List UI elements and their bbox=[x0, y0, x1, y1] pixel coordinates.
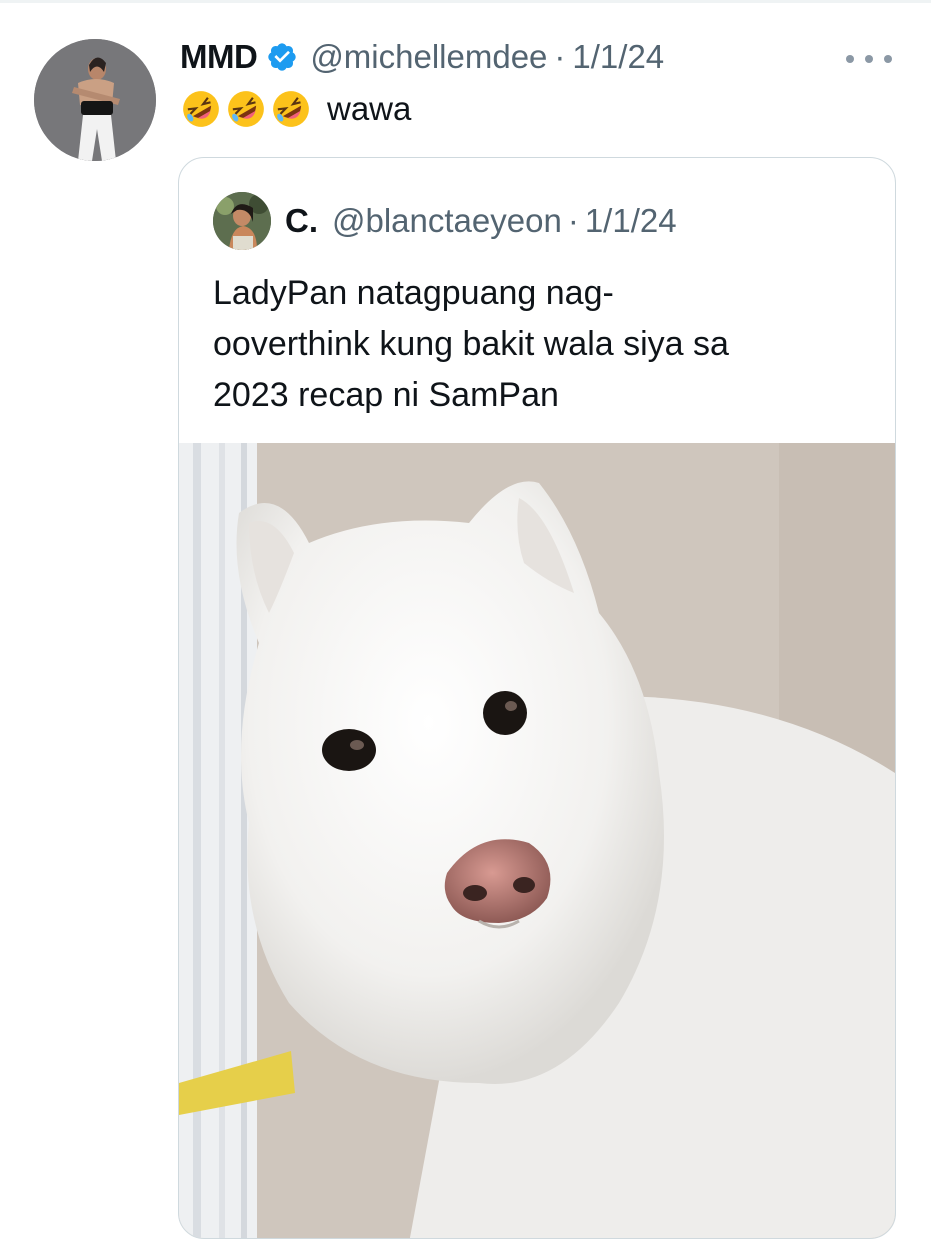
rolling-on-floor-laughing-emoji bbox=[273, 91, 309, 127]
quoted-text-line: LadyPan natagpuang nag- bbox=[213, 274, 614, 312]
rolling-on-floor-laughing-emoji bbox=[228, 91, 264, 127]
quoted-author-avatar[interactable] bbox=[213, 192, 271, 250]
quoted-author-handle[interactable]: @blanctaeyeon bbox=[332, 202, 562, 240]
separator-dot: · bbox=[554, 38, 566, 75]
tweet-header: MMD @michellemdee · 1/1/24 bbox=[180, 34, 664, 80]
profile-photo-woman bbox=[34, 39, 156, 161]
quoted-tweet-header: C. @blanctaeyeon · 1/1/24 bbox=[213, 192, 677, 250]
profile-photo-woman-garden bbox=[213, 192, 271, 250]
quoted-text-line: 2023 recap ni SamPan bbox=[213, 376, 559, 414]
quoted-tweet-media[interactable] bbox=[179, 443, 895, 1238]
photo-white-samoyed-dog bbox=[179, 443, 895, 1238]
verified-badge-icon bbox=[266, 41, 298, 73]
rolling-on-floor-laughing-emoji bbox=[183, 91, 219, 127]
quoted-tweet-card[interactable]: C. @blanctaeyeon · 1/1/24 LadyPan natagp… bbox=[178, 157, 896, 1239]
top-divider bbox=[0, 0, 931, 3]
quoted-tweet-date[interactable]: 1/1/24 bbox=[585, 202, 677, 240]
tweet-date[interactable]: 1/1/24 bbox=[572, 38, 664, 76]
quoted-tweet-text: LadyPan natagpuang nag- ooverthink kung … bbox=[213, 268, 873, 421]
author-name[interactable]: MMD bbox=[180, 38, 258, 76]
more-horizontal-icon[interactable] bbox=[846, 43, 892, 75]
quoted-author-name[interactable]: C. bbox=[285, 202, 318, 240]
quoted-text-line: ooverthink kung bakit wala siya sa bbox=[213, 325, 729, 363]
author-handle[interactable]: @michellemdee bbox=[310, 38, 547, 76]
tweet-text: wawa bbox=[180, 85, 411, 133]
separator-dot: · bbox=[567, 202, 579, 239]
author-avatar[interactable] bbox=[34, 39, 156, 161]
tweet-body-text: wawa bbox=[327, 90, 412, 127]
